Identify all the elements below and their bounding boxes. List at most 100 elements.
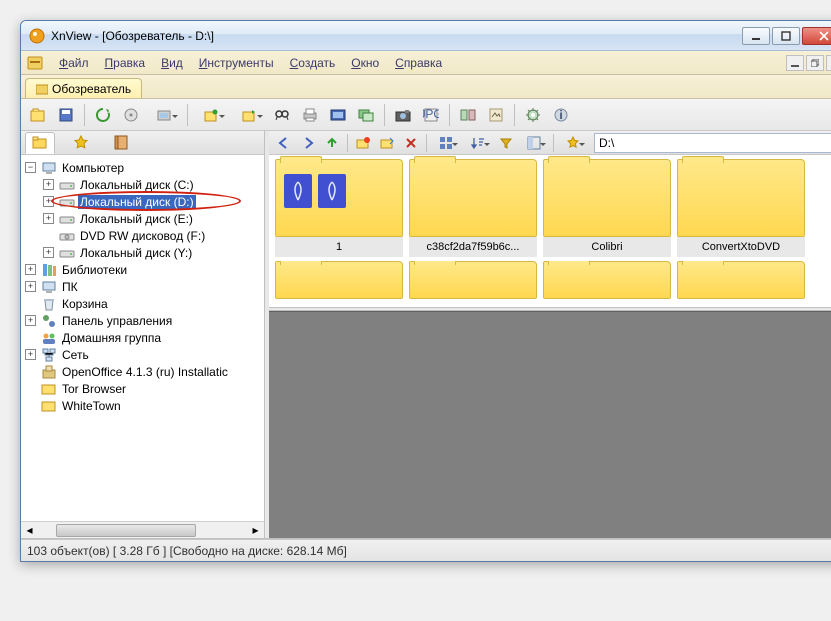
expand-icon[interactable]: + [25,281,36,292]
preview-pane [269,311,831,538]
folder-item[interactable]: Colibri [543,159,671,257]
maximize-button[interactable] [772,27,800,45]
tree-horizontal-scrollbar[interactable]: ◂ ▸ [21,521,264,538]
tool-info[interactable]: i [548,102,574,128]
app-menu-icon [27,55,43,71]
nav-favorites-button[interactable] [558,133,588,153]
minimize-button[interactable] [742,27,770,45]
tree-node-trash[interactable]: Корзина [21,295,264,312]
folder-icon [41,381,57,397]
nav-up-button[interactable] [321,133,343,153]
tree-node-libraries[interactable]: +Библиотеки [21,261,264,278]
window-title: XnView - [Обозреватель - D:\] [51,29,740,43]
expand-icon[interactable]: + [25,315,36,326]
close-button[interactable] [802,27,831,45]
expand-icon[interactable]: + [25,349,36,360]
tree-node-pc[interactable]: +ПК [21,278,264,295]
tree-node-homegroup[interactable]: Домашняя группа [21,329,264,346]
control-panel-icon [41,313,57,329]
tree-node-drive-c[interactable]: + Локальный диск (C:) [21,176,264,193]
nav-forward-button[interactable] [297,133,319,153]
tab-browser[interactable]: Обозреватель [25,78,142,98]
scroll-thumb[interactable] [56,524,196,537]
menu-window[interactable]: Окно [343,54,387,72]
nav-back-button[interactable] [273,133,295,153]
tool-capture[interactable] [390,102,416,128]
dvd-drive-icon [59,228,75,244]
mdi-restore-button[interactable] [806,55,824,71]
trash-icon [41,296,57,312]
tool-cut[interactable] [193,102,229,128]
tree-node-tor[interactable]: Tor Browser [21,380,264,397]
nav-rename-button[interactable] [376,133,398,153]
tree-node-drive-y[interactable]: + Локальный диск (Y:) [21,244,264,261]
tool-settings[interactable] [520,102,546,128]
tool-save[interactable] [53,102,79,128]
tree-node-openoffice[interactable]: OpenOffice 4.1.3 (ru) Installatic [21,363,264,380]
main-toolbar: JPG i [21,99,831,131]
menu-help[interactable]: Справка [387,54,450,72]
nav-new-folder-button[interactable] [352,133,374,153]
nav-layout-button[interactable] [519,133,549,153]
folder-grid[interactable]: 1 c38cf2da7f59b6c... Colibri ConvertXtoD… [269,155,831,307]
left-tab-favorites[interactable] [67,133,95,153]
nav-sort-button[interactable] [463,133,493,153]
tool-batch[interactable] [353,102,379,128]
tree-node-drive-f[interactable]: DVD RW дисковод (F:) [21,227,264,244]
folder-item[interactable] [677,261,805,299]
statusbar: 103 объект(ов) [ 3.28 Гб ] [Свободно на … [21,539,831,561]
tool-convert[interactable]: JPG [418,102,444,128]
network-icon [41,347,57,363]
expand-icon[interactable]: + [43,179,54,190]
expand-icon[interactable]: + [43,213,54,224]
folder-icon [409,261,537,299]
folder-item[interactable]: ConvertXtoDVD [677,159,805,257]
scroll-left-arrow[interactable]: ◂ [21,522,38,539]
folder-label: 1 [275,237,403,257]
tree-node-control-panel[interactable]: +Панель управления [21,312,264,329]
expand-icon[interactable]: − [25,162,36,173]
tool-open[interactable] [25,102,51,128]
tool-copy[interactable] [231,102,267,128]
tree-node-computer[interactable]: − Компьютер [21,159,264,176]
mdi-close-button[interactable] [826,55,831,71]
node-label: WhiteTown [60,399,123,413]
tool-acquire[interactable] [146,102,182,128]
tree-node-drive-d[interactable]: + Локальный диск (D:) [21,193,264,210]
path-input[interactable] [594,133,831,153]
expand-icon[interactable]: + [43,247,54,258]
app-icon [29,28,45,44]
nav-view-mode-button[interactable] [431,133,461,153]
tool-eject[interactable] [118,102,144,128]
scroll-right-arrow[interactable]: ▸ [247,522,264,539]
tool-edit-image[interactable] [483,102,509,128]
tree-node-drive-e[interactable]: + Локальный диск (E:) [21,210,264,227]
tool-compare[interactable] [455,102,481,128]
tree-node-whitetown[interactable]: WhiteTown [21,397,264,414]
menu-file[interactable]: Файл [51,54,97,72]
tool-refresh[interactable] [90,102,116,128]
mdi-minimize-button[interactable] [786,55,804,71]
menu-tools[interactable]: Инструменты [191,54,282,72]
node-label: Компьютер [60,161,126,175]
folder-tree[interactable]: − Компьютер + Локальный диск (C:) + Лока… [21,155,264,521]
folder-item[interactable] [275,261,403,299]
tree-node-network[interactable]: +Сеть [21,346,264,363]
left-tab-categories[interactable] [107,133,135,153]
menu-view[interactable]: Вид [153,54,191,72]
folder-item[interactable] [543,261,671,299]
folder-item[interactable] [409,261,537,299]
folder-item[interactable]: 1 [275,159,403,257]
menu-create[interactable]: Создать [282,54,344,72]
nav-filter-button[interactable] [495,133,517,153]
folder-item[interactable]: c38cf2da7f59b6c... [409,159,537,257]
folder-icon [41,398,57,414]
menu-edit[interactable]: Правка [97,54,154,72]
tool-print[interactable] [297,102,323,128]
tool-search[interactable] [269,102,295,128]
expand-icon[interactable]: + [43,196,54,207]
left-tab-folders[interactable] [25,132,55,154]
nav-delete-button[interactable] [400,133,422,153]
expand-icon[interactable]: + [25,264,36,275]
tool-slideshow[interactable] [325,102,351,128]
